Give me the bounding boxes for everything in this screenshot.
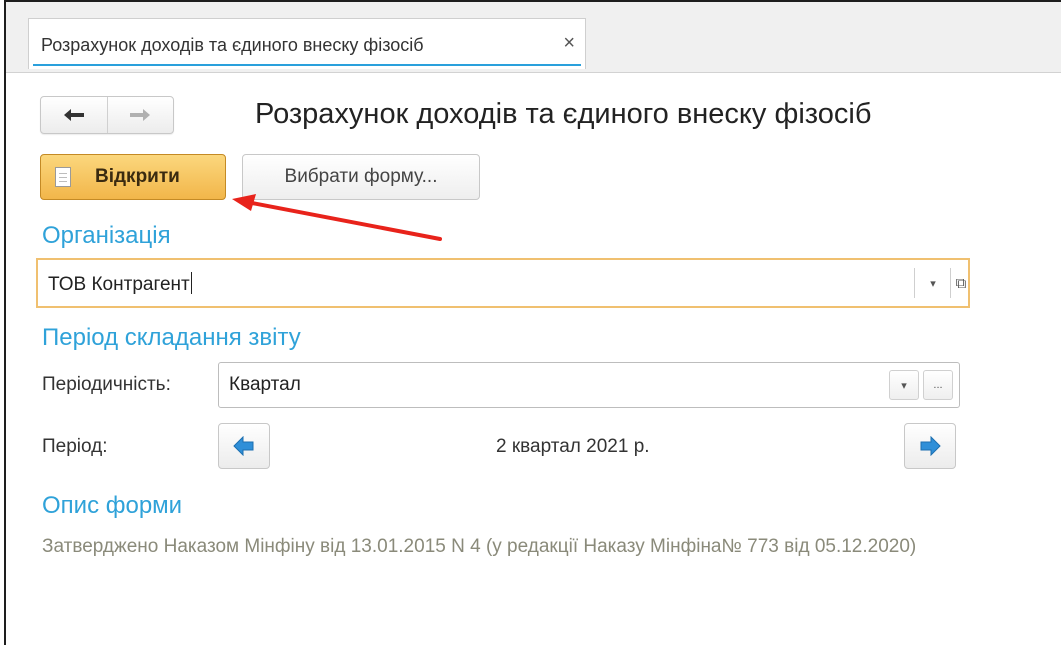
field-separator [914,268,915,298]
forward-button[interactable] [107,97,173,133]
blue-arrow-left-icon [233,436,254,456]
form-description-heading: Опис форми [42,492,183,519]
annotation-arrow [232,194,442,241]
open-button[interactable]: Відкрити [40,154,226,200]
active-tab-indicator [33,64,581,66]
periodicity-select[interactable]: Квартал ▾ ... [218,362,960,408]
period-value: 2 квартал 2021 р. [496,436,650,457]
next-period-button[interactable] [904,423,956,469]
periodicity-value: Квартал [229,374,301,395]
organization-heading: Організація [42,222,171,249]
tab-title: Розрахунок доходів та єдиного внеску фіз… [41,35,424,55]
ellipsis-button[interactable]: ... [923,370,953,400]
chevron-down-icon[interactable]: ▾ [889,370,919,400]
page-title: Розрахунок доходів та єдиного внеску фіз… [255,98,872,130]
history-nav [40,96,174,134]
organization-input-value[interactable]: ТОВ Контрагент [48,272,192,296]
back-button[interactable] [41,97,108,133]
arrow-left-icon [64,109,84,121]
blue-arrow-right-icon [920,436,941,456]
window-frame: Розрахунок доходів та єдиного внеску фіз… [4,0,1061,645]
open-button-label: Відкрити [95,166,180,187]
tab-report[interactable]: Розрахунок доходів та єдиного внеску фіз… [28,18,586,69]
organization-field[interactable]: ТОВ Контрагент ▾ ⧉ [36,258,970,308]
previous-period-button[interactable] [218,423,270,469]
arrow-right-icon [130,109,150,121]
period-label: Період: [42,436,108,457]
open-item-icon[interactable]: ⧉ [952,266,970,300]
field-separator [950,268,951,298]
document-icon [55,167,71,187]
form-description-text: Затверджено Наказом Мінфіну від 13.01.20… [42,536,917,557]
period-section-heading: Період складання звіту [42,324,301,351]
periodicity-label: Періодичність: [42,374,171,395]
choose-form-label: Вибрати форму... [284,166,438,187]
close-icon[interactable]: × [563,32,575,54]
tab-bar: Розрахунок доходів та єдиного внеску фіз… [6,2,1061,73]
chevron-down-icon[interactable]: ▾ [916,266,950,300]
text-cursor [190,272,192,294]
